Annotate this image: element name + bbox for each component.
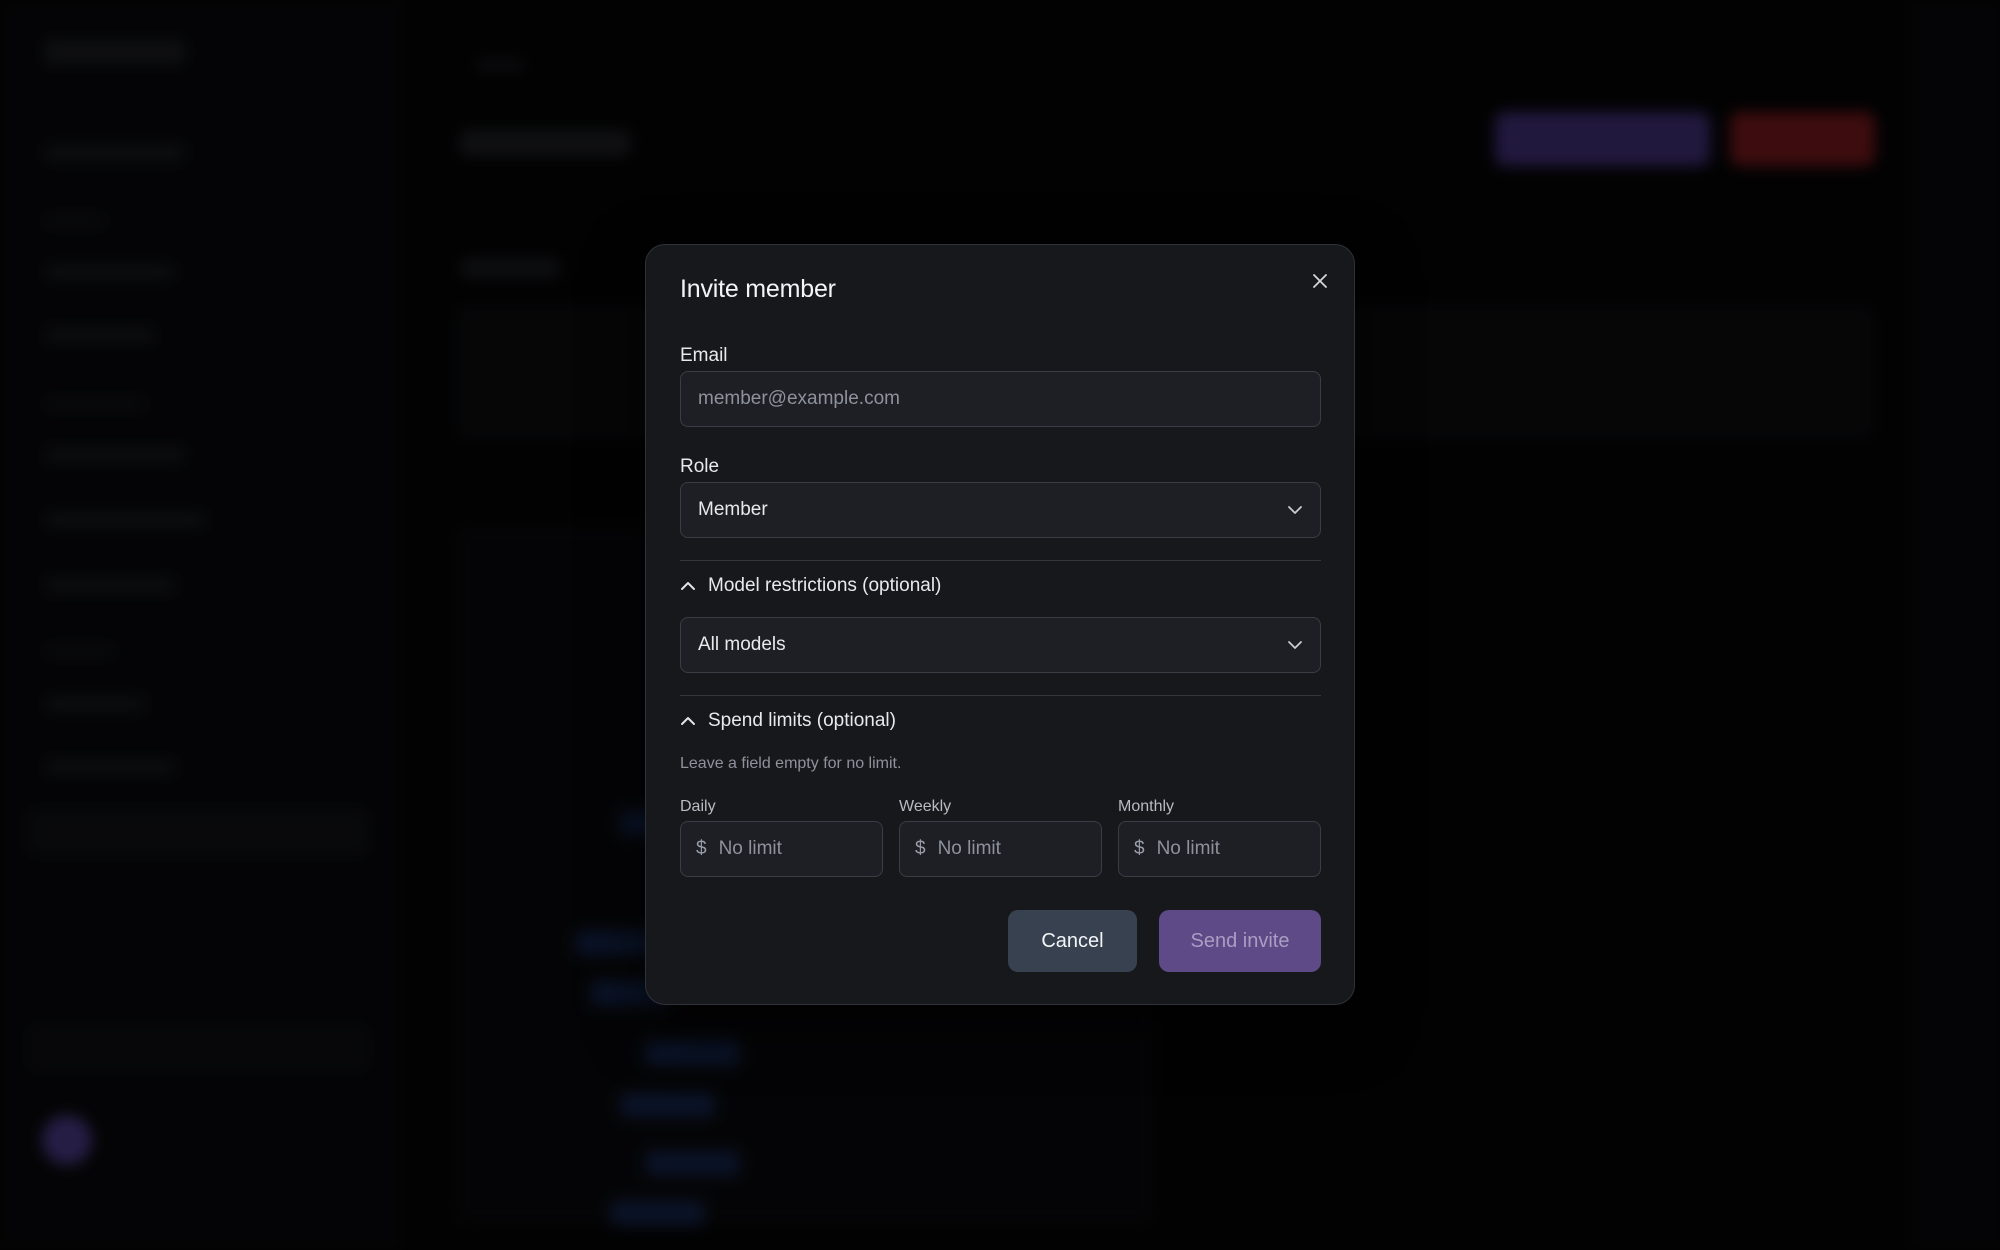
close-icon <box>1313 274 1327 288</box>
role-select[interactable]: Member <box>680 482 1321 538</box>
monthly-limit-label: Monthly <box>1118 798 1175 815</box>
model-restrictions-toggle[interactable]: Model restrictions (optional) <box>680 575 941 597</box>
cancel-button[interactable]: Cancel <box>1008 910 1137 972</box>
spend-limits-label: Spend limits (optional) <box>708 710 896 731</box>
chevron-down-icon <box>1288 506 1302 514</box>
section-divider <box>680 695 1321 696</box>
email-label: Email <box>680 345 728 366</box>
model-select-value: All models <box>698 634 786 655</box>
chevron-up-icon <box>681 717 695 725</box>
monthly-limit-field[interactable]: $ <box>1118 821 1321 877</box>
weekly-limit-field[interactable]: $ <box>899 821 1102 877</box>
daily-limit-input[interactable] <box>718 838 859 860</box>
currency-symbol: $ <box>915 838 926 859</box>
spend-limits-toggle[interactable]: Spend limits (optional) <box>680 710 896 732</box>
daily-limit-label: Daily <box>680 798 716 815</box>
weekly-limit-input[interactable] <box>937 838 1078 860</box>
monthly-limit-input[interactable] <box>1156 838 1297 860</box>
currency-symbol: $ <box>1134 838 1145 859</box>
role-select-value: Member <box>698 499 768 520</box>
role-label: Role <box>680 456 720 477</box>
section-divider <box>680 560 1321 561</box>
send-invite-button[interactable]: Send invite <box>1159 910 1321 972</box>
invite-member-dialog: Invite member Email Role Member Model re… <box>645 244 1355 1005</box>
close-button[interactable] <box>1306 267 1334 295</box>
dialog-title: Invite member <box>680 275 836 303</box>
daily-limit-field[interactable]: $ <box>680 821 883 877</box>
currency-symbol: $ <box>696 838 707 859</box>
email-input[interactable] <box>680 371 1321 427</box>
chevron-down-icon <box>1288 641 1302 649</box>
weekly-limit-label: Weekly <box>899 798 952 815</box>
spend-limits-hint: Leave a field empty for no limit. <box>680 755 902 772</box>
model-select[interactable]: All models <box>680 617 1321 673</box>
chevron-up-icon <box>681 582 695 590</box>
model-restrictions-label: Model restrictions (optional) <box>708 575 942 596</box>
